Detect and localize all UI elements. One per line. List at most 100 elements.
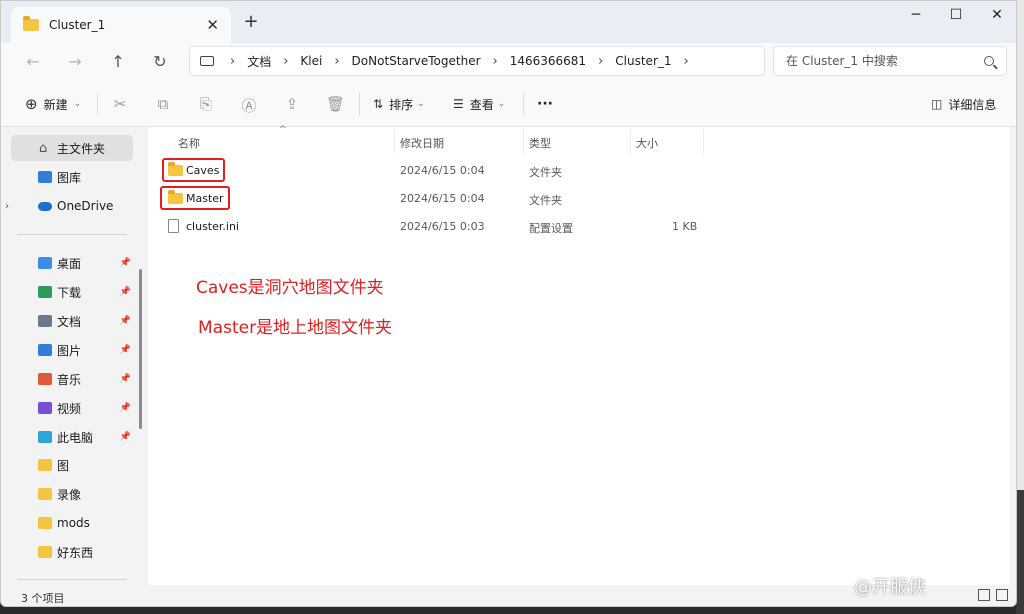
tab-label: Cluster_1 <box>49 18 106 32</box>
folder-icon <box>23 16 39 31</box>
highlight-box-master <box>160 186 230 210</box>
back-button[interactable]: ← <box>21 50 45 74</box>
more-options-button[interactable]: ··· <box>537 95 553 113</box>
chevron-right-icon[interactable]: › <box>5 201 9 212</box>
annotation-caves: Caves是洞穴地图文件夹 <box>196 278 384 298</box>
column-divider[interactable] <box>523 129 524 153</box>
file-row-cluster-ini[interactable]: cluster.ini 2024/6/15 0:03 配置设置 1 KB <box>160 213 705 241</box>
sidebar-item-pinned[interactable]: 桌面 📌 <box>11 250 133 276</box>
sidebar-item-pinned[interactable]: 视频 📌 <box>11 395 133 421</box>
address-bar[interactable]: › 文档 › Klei › DoNotStarveTogether › 1466… <box>189 46 765 76</box>
paste-icon[interactable]: ⎘ <box>197 95 215 113</box>
folder-icon <box>38 517 52 529</box>
sidebar-item-home[interactable]: ⌂ 主文件夹 <box>11 135 133 161</box>
rename-icon[interactable]: Ⓐ <box>240 95 258 116</box>
cut-icon[interactable]: ✂ <box>111 95 129 113</box>
breadcrumb-separator[interactable]: › <box>283 54 288 69</box>
new-button[interactable]: ⊕ 新建 ⌄ <box>25 95 81 113</box>
settings-file-icon <box>168 219 179 233</box>
sidebar-item-label: 下载 <box>57 285 82 300</box>
pin-icon[interactable]: 📌 <box>120 432 131 442</box>
pin-icon[interactable]: 📌 <box>120 287 131 297</box>
tiles-view-icon[interactable] <box>996 589 1008 601</box>
sidebar-item-pinned[interactable]: 此电脑 📌 <box>11 424 133 450</box>
details-view-icon[interactable] <box>978 589 990 601</box>
sidebar-item-pinned[interactable]: 图片 📌 <box>11 337 133 363</box>
refresh-button[interactable]: ↻ <box>148 50 172 74</box>
desktop-icon <box>38 257 52 269</box>
new-tab-button[interactable]: + <box>241 11 261 32</box>
folder-icon <box>38 546 52 558</box>
breadcrumb-cluster[interactable]: Cluster_1 <box>615 54 671 68</box>
file-type: 配置设置 <box>529 222 573 235</box>
sidebar-item-pinned[interactable]: 音乐 📌 <box>11 366 133 392</box>
details-label: 详细信息 <box>948 97 997 112</box>
sidebar-item-folder[interactable]: 图 <box>11 452 133 478</box>
plus-circle-icon: ⊕ <box>25 95 38 113</box>
column-header-name[interactable]: 名称 <box>178 135 200 151</box>
sidebar-item-gallery[interactable]: 图库 <box>11 164 133 190</box>
sort-button[interactable]: ⇅ 排序 ⌄ <box>373 95 425 113</box>
breadcrumb-separator[interactable]: › <box>334 54 339 69</box>
column-header-type[interactable]: 类型 <box>529 135 551 151</box>
breadcrumb-separator[interactable]: › <box>493 54 498 69</box>
music-icon <box>38 373 52 385</box>
sort-icon: ⇅ <box>373 97 384 111</box>
sort-ascending-icon: ^ <box>279 125 287 135</box>
pin-icon[interactable]: 📌 <box>120 316 131 326</box>
file-row-caves[interactable]: Caves 2024/6/15 0:04 文件夹 <box>160 157 705 185</box>
sidebar-item-folder[interactable]: 好东西 <box>11 539 133 565</box>
details-pane-button[interactable]: ◫ 详细信息 <box>931 95 996 113</box>
sort-label: 排序 <box>389 97 414 112</box>
breadcrumb-dst[interactable]: DoNotStarveTogether <box>352 54 481 68</box>
sidebar-item-label: 音乐 <box>57 372 82 387</box>
sidebar-item-label: 主文件夹 <box>57 141 106 156</box>
column-header-date[interactable]: 修改日期 <box>400 135 444 151</box>
tab-cluster-1[interactable]: Cluster_1 ✕ <box>11 7 231 43</box>
sidebar-scrollbar[interactable] <box>139 269 142 429</box>
file-type: 文件夹 <box>529 166 562 179</box>
forward-button[interactable]: → <box>63 50 87 74</box>
column-divider[interactable] <box>394 129 395 153</box>
close-window-button[interactable]: ✕ <box>987 7 1007 23</box>
divider <box>17 579 127 580</box>
close-icon[interactable]: ✕ <box>206 16 219 34</box>
maximize-button[interactable]: ☐ <box>946 7 966 23</box>
view-toggle <box>978 589 1008 601</box>
sidebar-item-onedrive[interactable]: › OneDrive <box>5 193 133 219</box>
pin-icon[interactable]: 📌 <box>120 258 131 268</box>
sidebar-item-label: 桌面 <box>57 256 82 271</box>
breadcrumb-separator[interactable]: › <box>684 54 689 69</box>
details-pane-icon: ◫ <box>931 97 943 111</box>
file-row-master[interactable]: Master 2024/6/15 0:04 文件夹 <box>160 185 705 213</box>
pc-icon <box>38 431 52 443</box>
file-date: 2024/6/15 0:03 <box>400 220 485 233</box>
breadcrumb-separator[interactable]: › <box>230 54 235 69</box>
minimize-button[interactable]: ─ <box>906 7 926 23</box>
up-button[interactable]: ↑ <box>106 50 130 74</box>
share-icon[interactable]: ⇪ <box>283 95 301 113</box>
sidebar-item-pinned[interactable]: 下载 📌 <box>11 279 133 305</box>
column-header-size[interactable]: 大小 <box>636 135 658 151</box>
sidebar-item-folder[interactable]: 录像 <box>11 481 133 507</box>
column-divider[interactable] <box>703 129 704 153</box>
search-box[interactable] <box>773 46 1007 76</box>
view-button[interactable]: ☰ 查看 ⌄ <box>453 95 505 113</box>
sidebar-item-folder[interactable]: mods <box>11 510 133 536</box>
breadcrumb-separator[interactable]: › <box>598 54 603 69</box>
pin-icon[interactable]: 📌 <box>120 403 131 413</box>
pin-icon[interactable]: 📌 <box>120 345 131 355</box>
breadcrumb-klei[interactable]: Klei <box>300 54 322 68</box>
folder-icon <box>38 488 52 500</box>
view-icon: ☰ <box>453 97 464 111</box>
delete-icon[interactable]: 🗑 <box>326 95 345 113</box>
breadcrumb-documents[interactable]: 文档 <box>247 53 271 70</box>
sidebar-item-pinned[interactable]: 文档 📌 <box>11 308 133 334</box>
search-input[interactable] <box>786 54 966 68</box>
breadcrumb-id[interactable]: 1466366681 <box>510 54 586 68</box>
item-count: 3 个项目 <box>21 592 65 605</box>
column-divider[interactable] <box>630 129 631 153</box>
copy-icon[interactable]: ⧉ <box>154 95 172 113</box>
file-type: 文件夹 <box>529 194 562 207</box>
pin-icon[interactable]: 📌 <box>120 374 131 384</box>
